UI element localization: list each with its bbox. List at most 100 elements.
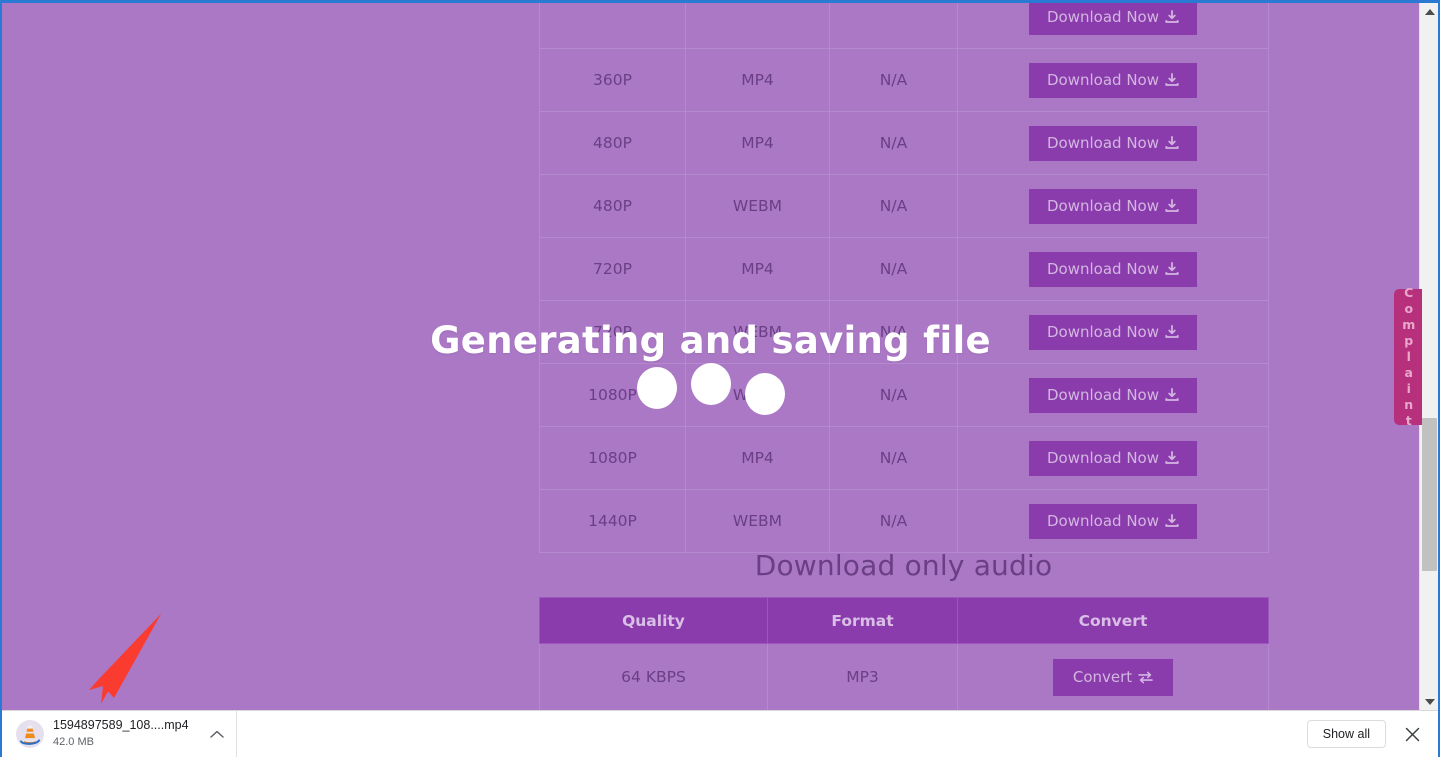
cell-size: N/A <box>829 48 958 112</box>
close-icon <box>1405 727 1419 741</box>
cell-download: Download Now <box>957 48 1269 112</box>
cell-format: WEBM <box>685 174 830 238</box>
download-now-button[interactable]: Download Now <box>1029 503 1197 539</box>
page-viewport: Download Now 360P MP4 N/A Download Now 4… <box>2 3 1419 710</box>
cell-download: Download Now <box>957 174 1269 238</box>
cell-quality: 480P <box>539 174 686 238</box>
download-icon <box>1165 514 1179 527</box>
column-header-quality: Quality <box>539 597 768 644</box>
convert-button-label: Convert <box>1072 667 1133 686</box>
triangle-down-glyph <box>1424 698 1435 705</box>
scroll-down-arrow-icon[interactable] <box>1420 693 1439 710</box>
cell-quality <box>539 3 686 49</box>
table-header-row: Quality Format Convert <box>539 597 1269 644</box>
cell-quality: 720P <box>539 300 686 364</box>
download-icon <box>1165 10 1179 23</box>
download-now-button[interactable]: Download Now <box>1029 251 1197 287</box>
audio-section-heading: Download only audio <box>754 549 1053 582</box>
convert-button[interactable]: Convert <box>1052 658 1174 696</box>
download-icon <box>1165 388 1179 401</box>
column-header-format: Format <box>767 597 958 644</box>
cell-quality: 480P <box>539 111 686 175</box>
download-now-button[interactable]: Download Now <box>1029 188 1197 224</box>
download-button-label: Download Now <box>1047 133 1159 152</box>
download-now-button[interactable]: Download Now <box>1029 62 1197 98</box>
show-all-button[interactable]: Show all <box>1306 719 1386 749</box>
table-row: 480P MP4 N/A Download Now <box>539 111 1269 175</box>
scrollbar-thumb[interactable] <box>1422 418 1437 571</box>
vlc-cone-icon <box>19 725 41 745</box>
exchange-icon <box>1138 671 1153 683</box>
table-row: 720P MP4 N/A Download Now <box>539 237 1269 301</box>
cell-download: Download Now <box>957 237 1269 301</box>
scroll-up-arrow-icon[interactable] <box>1420 3 1439 20</box>
downloads-bar: 1594897589_108....mp4 42.0 MB Show all <box>2 710 1438 757</box>
table-row: 360P MP4 N/A Download Now <box>539 48 1269 112</box>
cell-format: MP3 <box>767 643 958 710</box>
cell-quality: 720P <box>539 237 686 301</box>
download-file-name: 1594897589_108....mp4 <box>53 717 189 732</box>
complaint-tab-button[interactable]: Complaint <box>1394 285 1422 429</box>
complaint-tab-label: Complaint <box>1401 285 1417 429</box>
cell-format: MP4 <box>685 48 830 112</box>
download-button-label: Download Now <box>1047 7 1159 26</box>
column-header-convert: Convert <box>957 597 1269 644</box>
cell-quality: 1440P <box>539 489 686 553</box>
cell-convert: Convert <box>957 643 1269 710</box>
cell-download: Download Now <box>957 426 1269 490</box>
cell-format: WEBM <box>685 489 830 553</box>
cell-quality: 64 KBPS <box>539 643 768 710</box>
download-expand-button[interactable] <box>206 723 228 745</box>
download-file-size: 42.0 MB <box>53 735 94 748</box>
download-now-button[interactable]: Download Now <box>1029 440 1197 476</box>
cell-format: WEBM <box>685 300 830 364</box>
download-button-label: Download Now <box>1047 448 1159 467</box>
cell-size: N/A <box>829 237 958 301</box>
cell-download: Download Now <box>957 489 1269 553</box>
cell-size: N/A <box>829 426 958 490</box>
cell-size <box>829 3 958 49</box>
download-button-label: Download Now <box>1047 385 1159 404</box>
close-downloads-button[interactable] <box>1400 722 1424 746</box>
download-button-label: Download Now <box>1047 322 1159 341</box>
table-row: 64 KBPS MP3 Convert <box>539 643 1269 710</box>
download-item[interactable]: 1594897589_108....mp4 42.0 MB <box>2 710 237 757</box>
cell-format: MP4 <box>685 111 830 175</box>
chevron-up-icon <box>210 730 224 738</box>
cell-format: MP4 <box>685 426 830 490</box>
cell-download: Download Now <box>957 111 1269 175</box>
download-now-button[interactable]: Download Now <box>1029 3 1197 35</box>
download-now-button[interactable]: Download Now <box>1029 314 1197 350</box>
table-row: 480P WEBM N/A Download Now <box>539 174 1269 238</box>
download-icon <box>1165 451 1179 464</box>
download-button-label: Download Now <box>1047 511 1159 530</box>
cell-size: N/A <box>829 363 958 427</box>
cell-download: Download Now <box>957 300 1269 364</box>
download-icon <box>1165 325 1179 338</box>
cell-size: N/A <box>829 489 958 553</box>
download-button-label: Download Now <box>1047 70 1159 89</box>
cell-quality: 1080P <box>539 363 686 427</box>
vlc-file-icon <box>16 720 44 748</box>
download-icon <box>1165 262 1179 275</box>
cell-size: N/A <box>829 174 958 238</box>
table-row: 1080P WEBM N/A Download Now <box>539 363 1269 427</box>
table-row: Download Now <box>539 3 1269 49</box>
table-row: 1080P MP4 N/A Download Now <box>539 426 1269 490</box>
table-row: 720P WEBM N/A Download Now <box>539 300 1269 364</box>
cell-quality: 360P <box>539 48 686 112</box>
download-button-label: Download Now <box>1047 196 1159 215</box>
cell-size: N/A <box>829 300 958 364</box>
download-icon <box>1165 136 1179 149</box>
video-download-table: Download Now 360P MP4 N/A Download Now 4… <box>539 3 1269 553</box>
cell-download: Download Now <box>957 3 1269 49</box>
download-button-label: Download Now <box>1047 259 1159 278</box>
download-file-meta: 1594897589_108....mp4 42.0 MB <box>53 718 206 750</box>
download-now-button[interactable]: Download Now <box>1029 125 1197 161</box>
cell-download: Download Now <box>957 363 1269 427</box>
annotation-arrow-icon <box>89 614 161 704</box>
triangle-up-glyph <box>1424 8 1435 15</box>
cell-format: MP4 <box>685 237 830 301</box>
browser-window: Download Now 360P MP4 N/A Download Now 4… <box>0 0 1440 757</box>
download-now-button[interactable]: Download Now <box>1029 377 1197 413</box>
